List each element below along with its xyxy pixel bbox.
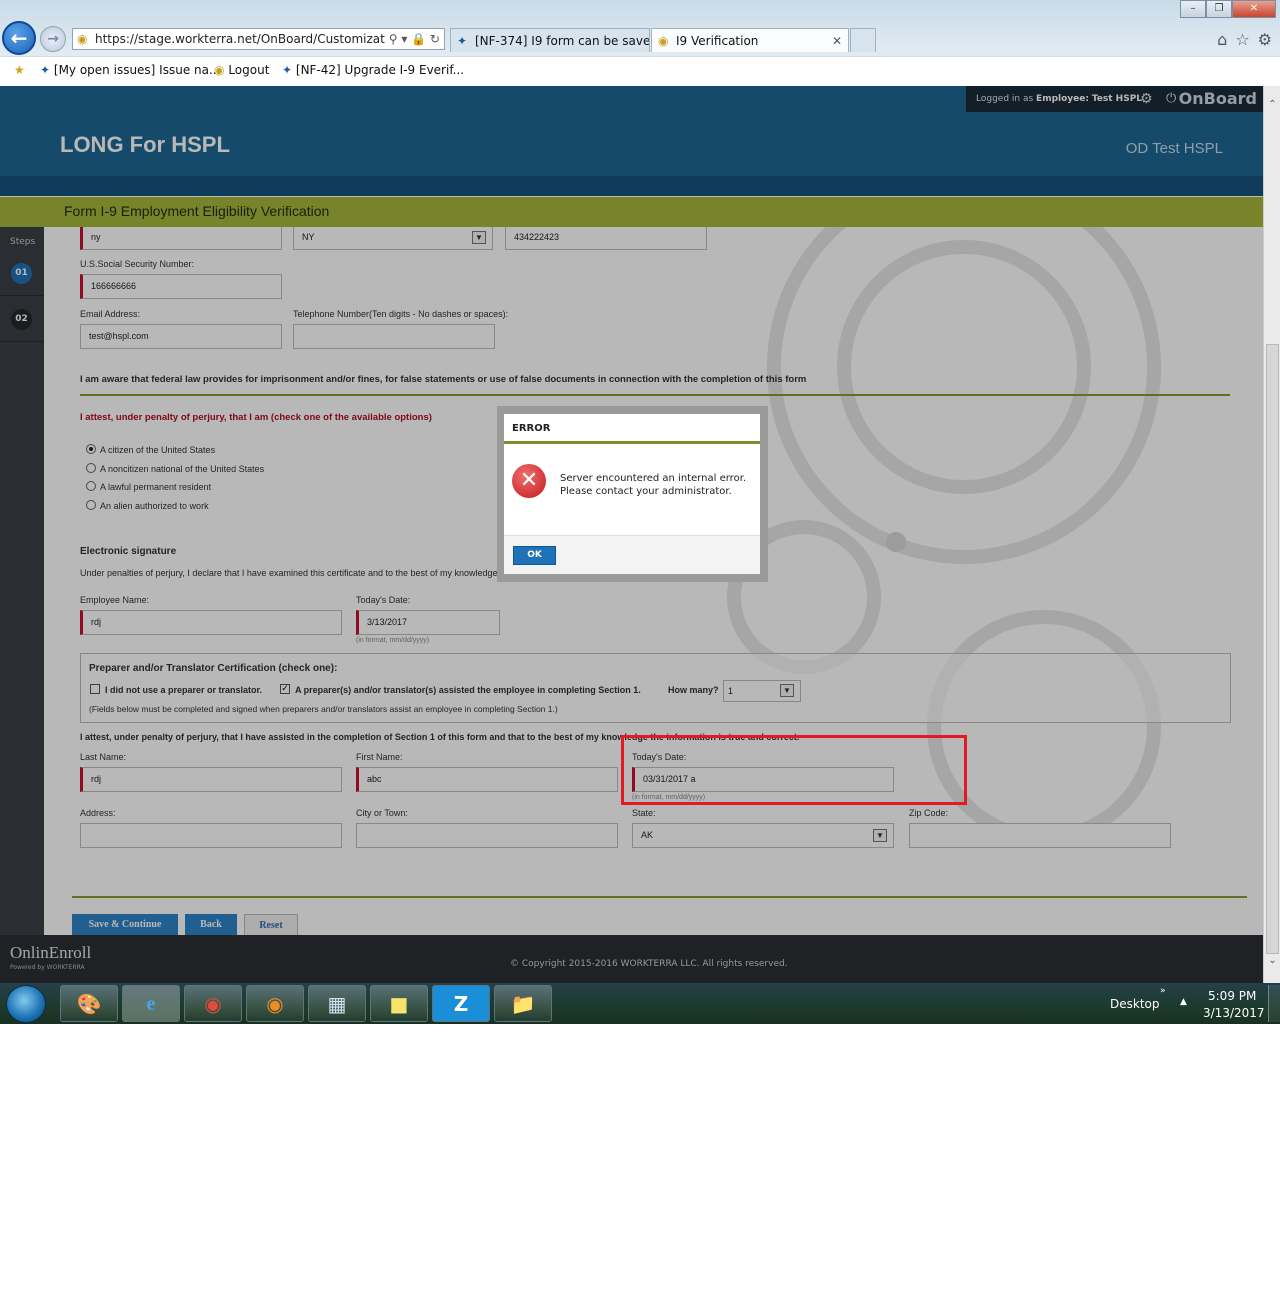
window-controls: – ❐ ✕ xyxy=(1180,0,1276,18)
taskbar-chrome[interactable]: ◉ xyxy=(184,985,242,1022)
gear-icon[interactable]: ⚙ xyxy=(1258,30,1272,49)
taskbar-paint[interactable]: 🎨 xyxy=(60,985,118,1022)
scroll-down-icon[interactable]: ⌄ xyxy=(1264,952,1280,969)
windows-taskbar: 🎨 e ◉ ◉ ▦ ■ Z 📁 Desktop » ▲ 5:09 PM 3/13… xyxy=(0,983,1280,1024)
jira-icon: ✦ xyxy=(40,63,51,77)
favorites-bar: ★ ✦ [My open issues] Issue na... ◉ Logou… xyxy=(0,56,1280,86)
taskbar-z-app[interactable]: Z xyxy=(432,985,490,1022)
taskbar-firefox[interactable]: ◉ xyxy=(246,985,304,1022)
folder-icon: 📁 xyxy=(510,992,536,1016)
favorite-link[interactable]: ◉ Logout xyxy=(214,63,269,77)
highlight-box xyxy=(621,735,967,805)
taskbar-internet-explorer[interactable]: e xyxy=(122,985,180,1022)
show-desktop-button[interactable] xyxy=(1268,985,1280,1022)
favorites-star-icon[interactable]: ☆ xyxy=(1235,30,1249,49)
scroll-up-icon[interactable]: ⌃ xyxy=(1264,96,1280,113)
notepad-icon: ▦ xyxy=(327,992,347,1016)
minimize-button[interactable]: – xyxy=(1180,0,1206,18)
favorite-link[interactable]: ✦ [NF-42] Upgrade I-9 Everif... xyxy=(282,63,464,77)
site-icon: ◉ xyxy=(214,63,225,77)
tab-label: [NF-374] I9 form can be saved ... xyxy=(475,34,650,48)
chrome-icon: ◉ xyxy=(204,992,222,1016)
new-tab-button[interactable] xyxy=(850,28,876,52)
site-icon: ◉ xyxy=(658,34,669,48)
favorite-label: [NF-42] Upgrade I-9 Everif... xyxy=(295,63,465,77)
taskbar-explorer[interactable]: 📁 xyxy=(494,985,552,1022)
tray-desktop-label[interactable]: Desktop xyxy=(1110,997,1160,1011)
taskbar-sticky-notes[interactable]: ■ xyxy=(370,985,428,1022)
address-actions-icon[interactable]: ⚲ ▾ 🔒 ↻ xyxy=(384,29,440,49)
tab-i9-verification[interactable]: ◉ I9 Verification ✕ xyxy=(651,28,849,52)
tab-nf374[interactable]: ✦ [NF-374] I9 form can be saved ... xyxy=(450,28,650,52)
jira-icon: ✦ xyxy=(282,63,293,77)
clock-date[interactable]: 3/13/2017 xyxy=(1203,1006,1265,1020)
favorite-link[interactable]: ✦ [My open issues] Issue na... xyxy=(40,63,220,77)
tray-up-arrow-icon[interactable]: ▲ xyxy=(1180,997,1187,1007)
start-button[interactable] xyxy=(6,985,46,1023)
add-favorite-icon[interactable]: ★ xyxy=(14,63,25,77)
forward-arrow-icon: → xyxy=(47,31,59,47)
dialog-title: ERROR xyxy=(504,414,760,444)
ie-icon: e xyxy=(146,993,156,1015)
dialog-footer: OK xyxy=(504,535,760,574)
clock-time[interactable]: 5:09 PM xyxy=(1208,989,1256,1003)
error-message: Server encountered an internal error. Pl… xyxy=(560,473,747,497)
scrollbar-thumb[interactable] xyxy=(1266,344,1279,954)
forward-button[interactable]: → xyxy=(40,26,66,52)
close-tab-icon[interactable]: ✕ xyxy=(832,29,842,52)
sticky-notes-icon: ■ xyxy=(389,992,409,1016)
error-dialog: ERROR ✕ Server encountered an internal e… xyxy=(504,414,760,574)
ok-button[interactable]: OK xyxy=(513,546,556,565)
back-button[interactable]: ← xyxy=(2,21,36,55)
error-x-icon: ✕ xyxy=(512,464,546,498)
vertical-scrollbar[interactable]: ⌃ ⌄ xyxy=(1263,86,1280,983)
tab-label: I9 Verification xyxy=(676,34,759,48)
site-icon: ◉ xyxy=(77,32,88,46)
screen: ← → ◉ https://stage.workterra.net/OnBoar… xyxy=(0,0,1280,1024)
toolbar-icons: ⌂ ☆ ⚙ xyxy=(1217,30,1272,49)
address-text: https://stage.workterra.net/OnBoard/Cust… xyxy=(95,32,408,46)
close-window-button[interactable]: ✕ xyxy=(1232,0,1276,18)
jira-icon: ✦ xyxy=(457,34,468,48)
favorite-label: [My open issues] Issue na... xyxy=(53,63,221,77)
taskbar-notepad[interactable]: ▦ xyxy=(308,985,366,1022)
home-icon[interactable]: ⌂ xyxy=(1217,30,1227,49)
browser-chrome: ← → ◉ https://stage.workterra.net/OnBoar… xyxy=(0,0,1280,86)
firefox-icon: ◉ xyxy=(266,992,284,1016)
address-bar[interactable]: ◉ https://stage.workterra.net/OnBoard/Cu… xyxy=(72,28,445,50)
toolbar-expand-icon[interactable]: » xyxy=(1160,986,1166,996)
favorite-label: Logout xyxy=(228,63,270,77)
back-arrow-icon: ← xyxy=(10,26,28,50)
restore-button[interactable]: ❐ xyxy=(1206,0,1232,18)
z-app-icon: Z xyxy=(453,992,469,1016)
paint-icon: 🎨 xyxy=(76,992,102,1016)
